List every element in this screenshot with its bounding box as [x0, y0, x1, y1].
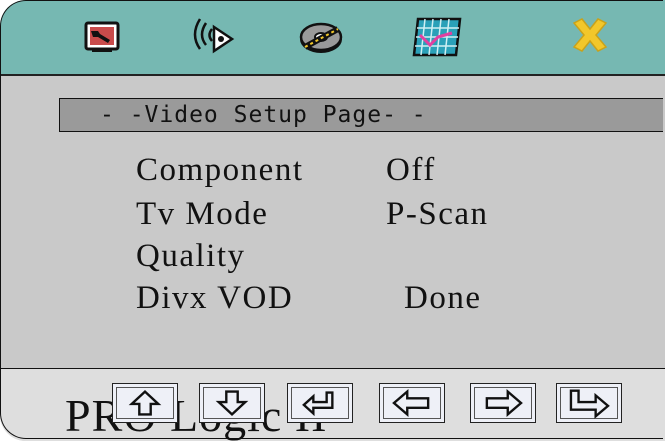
menu-value-tv-mode: P-Scan — [386, 196, 489, 232]
tab-audio-setup[interactable] — [184, 7, 242, 65]
nav-return-button[interactable] — [556, 383, 622, 423]
enter-icon — [302, 391, 334, 417]
page-title: - -Video Setup Page- - — [100, 102, 427, 128]
tab-exit[interactable] — [560, 7, 618, 65]
video-disc-icon — [299, 22, 343, 53]
audio-signal-icon — [193, 18, 235, 54]
menu-item-quality[interactable]: Quality — [136, 237, 245, 275]
arrow-up-icon — [128, 389, 162, 416]
menu-value-divx-vod: Done — [404, 280, 482, 316]
osd-screen: - -Video Setup Page- - Component Off Tv … — [0, 0, 665, 441]
tab-video-setup[interactable] — [292, 7, 350, 65]
footer-bar: PRO Logic II — [0, 368, 665, 441]
arrow-left-icon — [392, 389, 430, 417]
close-x-icon — [572, 18, 608, 52]
tab-preference[interactable] — [408, 7, 466, 65]
menu-item-component[interactable]: Component — [136, 151, 304, 189]
chart-grid-icon — [412, 17, 462, 57]
tab-bar — [0, 0, 665, 76]
arrow-right-icon — [485, 389, 523, 417]
nav-right-button[interactable] — [470, 383, 536, 423]
nav-down-button[interactable] — [199, 383, 265, 423]
tab-general-setup[interactable] — [72, 7, 130, 65]
nav-enter-button[interactable] — [287, 383, 353, 423]
arrow-down-icon — [215, 390, 249, 417]
tools-icon — [84, 21, 120, 52]
return-right-icon — [569, 389, 610, 419]
nav-left-button[interactable] — [379, 383, 445, 423]
menu-value-component: Off — [386, 152, 436, 188]
page-header-bar: - -Video Setup Page- - — [59, 98, 663, 132]
menu-item-divx-vod[interactable]: Divx VOD — [136, 279, 293, 317]
nav-up-button[interactable] — [112, 383, 178, 423]
menu-item-tv-mode[interactable]: Tv Mode — [136, 195, 268, 233]
